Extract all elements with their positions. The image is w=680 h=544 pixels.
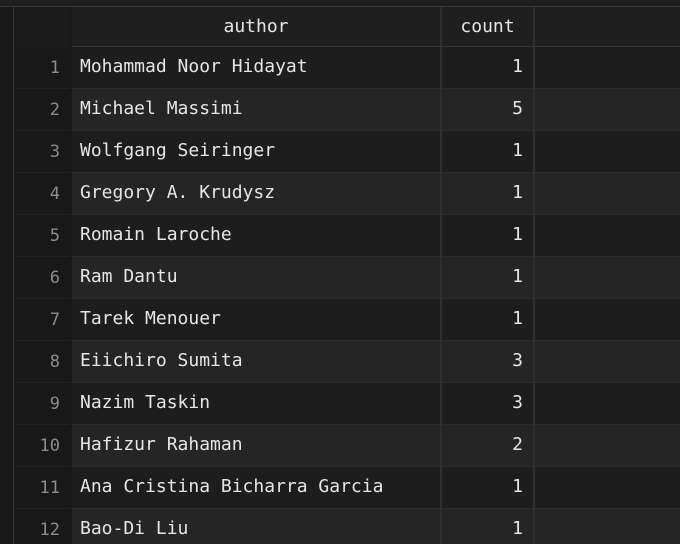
table-row[interactable]: 6 Ram Dantu 1 (0, 257, 680, 299)
cell-empty (535, 509, 680, 544)
table-row[interactable]: 10 Hafizur Rahaman 2 (0, 425, 680, 467)
cell-count[interactable]: 1 (442, 299, 535, 341)
cell-empty (535, 299, 680, 341)
cell-empty (535, 383, 680, 425)
cell-count[interactable]: 1 (442, 509, 535, 544)
table-row[interactable]: 5 Romain Laroche 1 (0, 215, 680, 257)
cell-author[interactable]: Nazim Taskin (72, 383, 442, 425)
row-number: 7 (14, 299, 70, 341)
row-number: 11 (14, 467, 70, 509)
cell-empty (535, 131, 680, 173)
row-number: 12 (14, 509, 70, 544)
cell-author[interactable]: Michael Massimi (72, 89, 442, 131)
table-row[interactable]: 9 Nazim Taskin 3 (0, 383, 680, 425)
cell-count[interactable]: 1 (442, 47, 535, 89)
cell-author[interactable]: Wolfgang Seiringer (72, 131, 442, 173)
cell-empty (535, 257, 680, 299)
table-row[interactable]: 4 Gregory A. Krudysz 1 (0, 173, 680, 215)
table-row[interactable]: 1 Mohammad Noor Hidayat 1 (0, 47, 680, 89)
cell-count[interactable]: 5 (442, 89, 535, 131)
row-number: 3 (14, 131, 70, 173)
table-row[interactable]: 7 Tarek Menouer 1 (0, 299, 680, 341)
row-number: 10 (14, 425, 70, 467)
cell-empty (535, 341, 680, 383)
cell-count[interactable]: 1 (442, 215, 535, 257)
cell-count[interactable]: 1 (442, 467, 535, 509)
table-row[interactable]: 8 Eiichiro Sumita 3 (0, 341, 680, 383)
cell-empty (535, 47, 680, 89)
cell-author[interactable]: Romain Laroche (72, 215, 442, 257)
cell-count[interactable]: 2 (442, 425, 535, 467)
cell-empty (535, 173, 680, 215)
cell-empty (535, 215, 680, 257)
table-row[interactable]: 12 Bao-Di Liu 1 (0, 509, 680, 544)
cell-author[interactable]: Ana Cristina Bicharra Garcia (72, 467, 442, 509)
cell-count[interactable]: 1 (442, 257, 535, 299)
header-row: author count (0, 7, 680, 47)
cell-count[interactable]: 3 (442, 341, 535, 383)
column-header-author[interactable]: author (72, 7, 442, 47)
row-number: 5 (14, 215, 70, 257)
cell-empty (535, 89, 680, 131)
row-number: 2 (14, 89, 70, 131)
cell-author[interactable]: Eiichiro Sumita (72, 341, 442, 383)
row-number-header (14, 7, 70, 47)
cell-author[interactable]: Mohammad Noor Hidayat (72, 47, 442, 89)
cell-author[interactable]: Hafizur Rahaman (72, 425, 442, 467)
cell-author[interactable]: Tarek Menouer (72, 299, 442, 341)
table-row[interactable]: 2 Michael Massimi 5 (0, 89, 680, 131)
cell-author[interactable]: Ram Dantu (72, 257, 442, 299)
table-row[interactable]: 11 Ana Cristina Bicharra Garcia 1 (0, 467, 680, 509)
cell-count[interactable]: 1 (442, 131, 535, 173)
row-number: 1 (14, 47, 70, 89)
row-number: 6 (14, 257, 70, 299)
results-grid[interactable]: author count 1 Mohammad Noor Hidayat 1 2 Mic… (0, 0, 680, 544)
row-number: 9 (14, 383, 70, 425)
cell-empty (535, 425, 680, 467)
cell-author[interactable]: Gregory A. Krudysz (72, 173, 442, 215)
row-number: 8 (14, 341, 70, 383)
cell-count[interactable]: 1 (442, 173, 535, 215)
cell-count[interactable]: 3 (442, 383, 535, 425)
column-header-empty (535, 7, 680, 47)
row-number: 4 (14, 173, 70, 215)
cell-empty (535, 467, 680, 509)
grid-top-border (0, 0, 680, 7)
cell-author[interactable]: Bao-Di Liu (72, 509, 442, 544)
table-row[interactable]: 3 Wolfgang Seiringer 1 (0, 131, 680, 173)
column-header-count[interactable]: count (442, 7, 535, 47)
